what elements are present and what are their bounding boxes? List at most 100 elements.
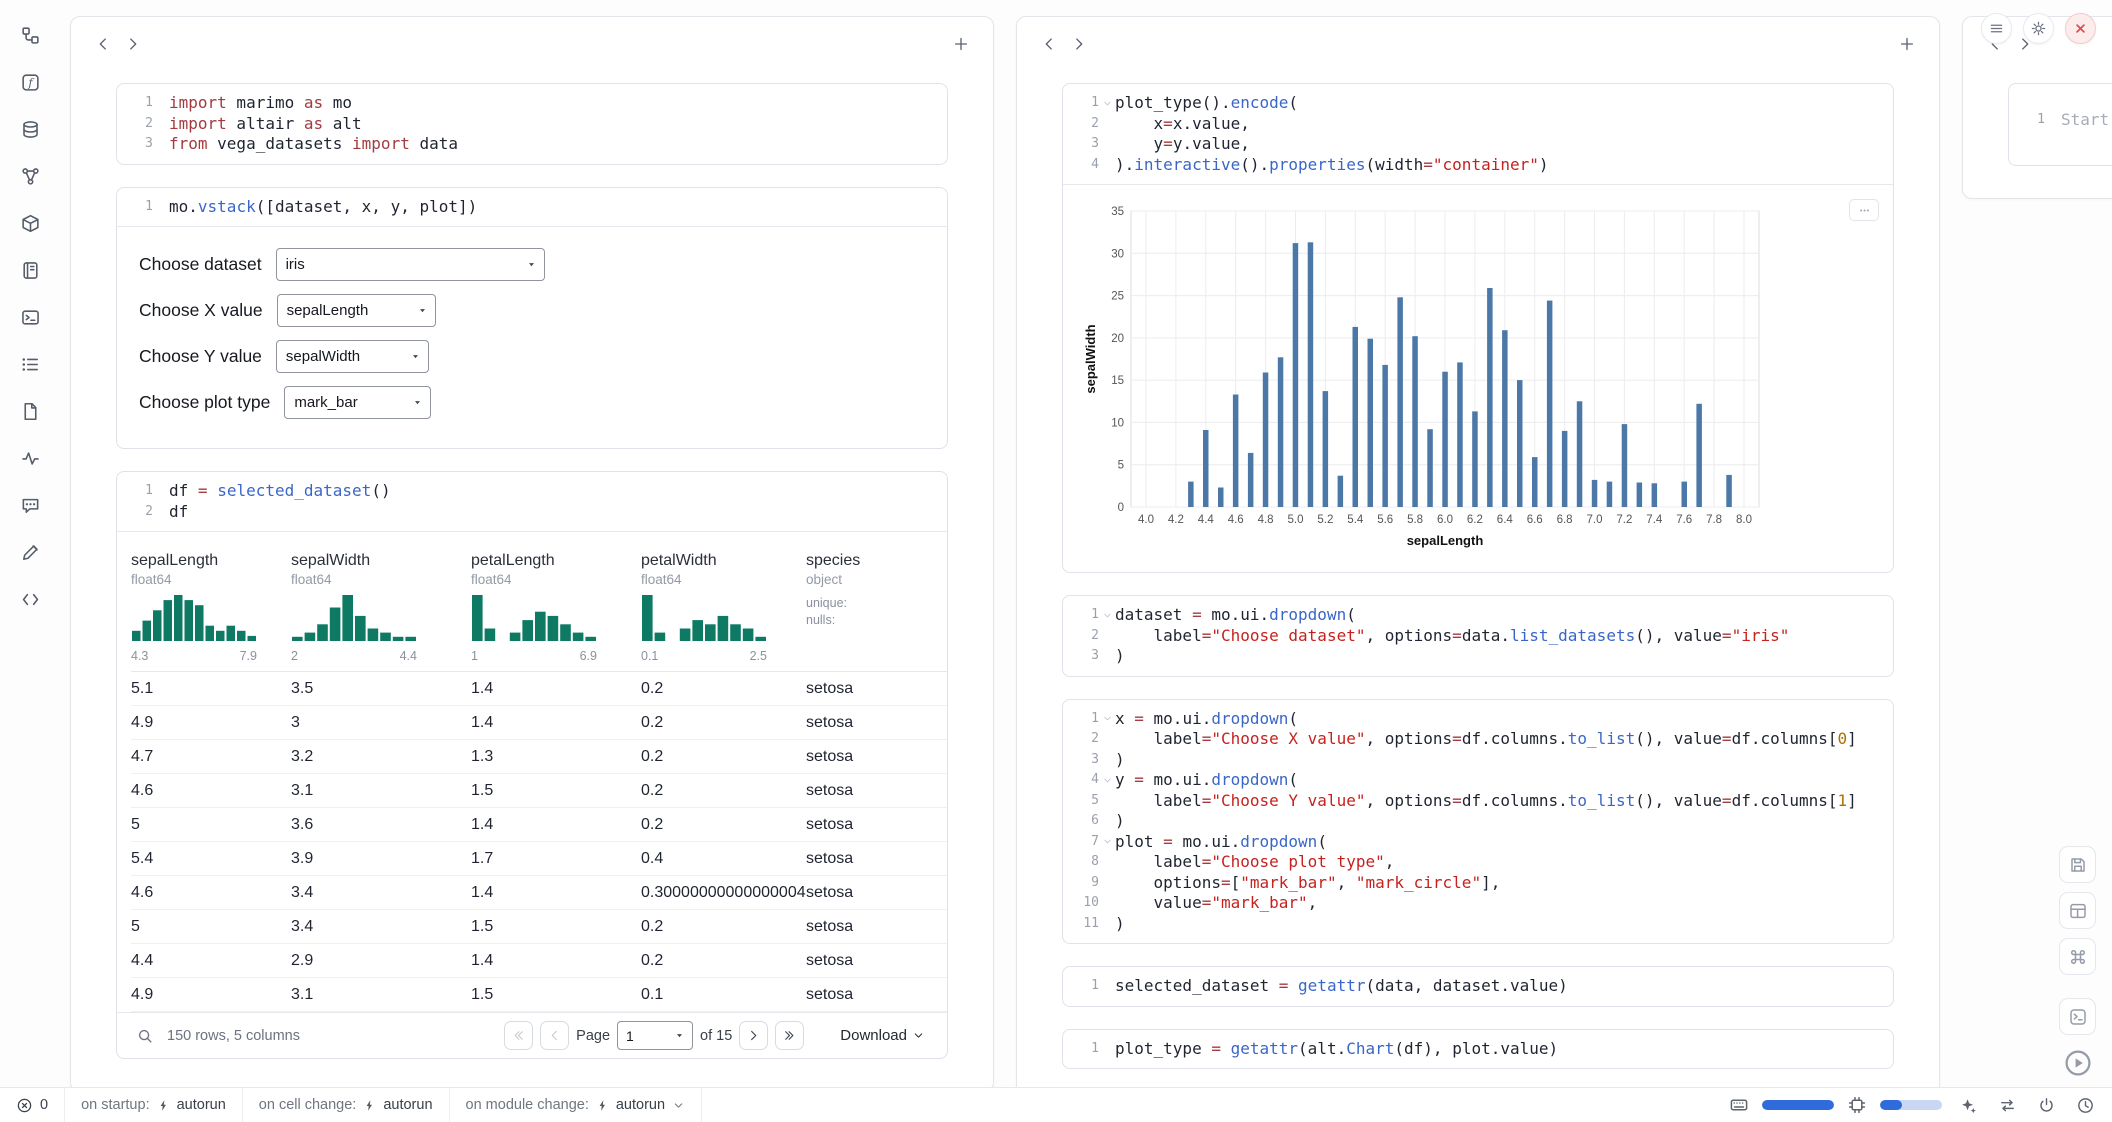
hist-min: 2 [291, 649, 298, 663]
scroll-column-left-button[interactable] [1034, 29, 1064, 59]
column-header-petalLength[interactable]: petalLengthfloat64 [471, 544, 641, 589]
line-number: 1 [1063, 93, 1099, 114]
functions-panel-button[interactable]: f [12, 65, 48, 99]
column-header-sepalLength[interactable]: sepalLengthfloat64 [131, 544, 291, 589]
file-explorer-icon [20, 25, 41, 46]
scroll-column-right-button[interactable] [118, 29, 148, 59]
notebook-menu-button[interactable] [1981, 13, 2012, 44]
code-editor[interactable]: 1df = selected_dataset()2df [117, 472, 947, 531]
notebook-cell: 1selected_dataset = getattr(data, datase… [1062, 966, 1894, 1007]
fold-toggle[interactable] [1099, 607, 1115, 623]
scroll-column-left-button[interactable] [88, 29, 118, 59]
svg-text:5.2: 5.2 [1317, 514, 1333, 526]
fold-toggle[interactable] [1099, 95, 1115, 111]
save-button[interactable] [2059, 846, 2096, 883]
fold-toggle[interactable] [1099, 772, 1115, 788]
table-cell: 0.2 [641, 918, 806, 936]
notebook-panel-button[interactable] [12, 253, 48, 287]
scroll-column-right-button[interactable] [1064, 29, 1094, 59]
error-count-button[interactable]: 0 [0, 1088, 65, 1122]
scratchpad-panel-button[interactable] [12, 535, 48, 569]
run-all-button[interactable] [2059, 1044, 2096, 1081]
column-header-petalWidth[interactable]: petalWidthfloat64 [641, 544, 806, 589]
svg-text:7.6: 7.6 [1676, 514, 1692, 526]
table-cell: 3.1 [291, 986, 471, 1004]
column-header-species[interactable]: speciesobject [806, 544, 947, 589]
ai-sparkle-icon [1959, 1096, 1978, 1115]
page-select[interactable]: 1 [617, 1021, 693, 1050]
table-cell: setosa [806, 714, 947, 732]
terminal-button[interactable] [2059, 998, 2096, 1035]
column-header [1034, 27, 1922, 61]
code-editor[interactable]: 1dataset = mo.ui.dropdown(2 label="Choos… [1063, 596, 1893, 676]
choose-dataset-select[interactable]: iris [276, 248, 545, 281]
table-cell: 4.9 [131, 714, 291, 732]
shutdown-button[interactable] [2065, 13, 2096, 44]
table-cell: 4.6 [131, 782, 291, 800]
table-footer: 150 rows, 5 columnsPage1of 15Download [117, 1012, 947, 1058]
choose-plot-type-select[interactable]: mark_bar [284, 386, 431, 419]
packages-panel-button[interactable] [12, 206, 48, 240]
code-editor[interactable]: 1Start coding or generate with [2009, 84, 2112, 165]
chat-panel-button[interactable] [12, 488, 48, 522]
plus-icon [952, 35, 970, 53]
add-cell-button[interactable] [1892, 29, 1922, 59]
code-editor[interactable]: 1plot_type().encode(2 x=x.value,3 y=y.va… [1063, 84, 1893, 184]
code-editor[interactable]: 1selected_dataset = getattr(data, datase… [1063, 967, 1893, 1006]
table-cell: setosa [806, 884, 947, 902]
file-explorer-panel-button[interactable] [12, 18, 48, 52]
snippets-panel-button[interactable] [12, 582, 48, 616]
tracing-panel-button[interactable] [12, 441, 48, 475]
first-page-button[interactable] [504, 1021, 533, 1050]
chevron-down-icon [672, 1099, 685, 1112]
terminal-icon [2068, 1007, 2088, 1027]
altair-bar-chart[interactable]: 4.04.24.44.64.85.05.25.45.65.86.06.26.46… [1081, 201, 1875, 558]
column-histogram: 16.9 [471, 589, 641, 671]
choose-x-value-select[interactable]: sepalLength [277, 294, 436, 327]
previous-page-button[interactable] [540, 1021, 569, 1050]
left-rail: f [0, 0, 60, 1088]
notebook-column-1: 1import marimo as mo2import altair as al… [70, 16, 994, 1092]
table-search-button[interactable] [133, 1024, 157, 1048]
choose-y-value-select[interactable]: sepalWidth [276, 340, 429, 373]
control-label: Choose dataset [139, 254, 262, 275]
on-module-change-config-button[interactable]: on module change:autorun [450, 1088, 703, 1122]
power-button[interactable] [2033, 1092, 2059, 1118]
keyboard-shortcuts-button[interactable] [2059, 938, 2096, 975]
fold-toggle[interactable] [1099, 711, 1115, 727]
layout-select-button[interactable] [2059, 892, 2096, 929]
datasources-panel-button[interactable] [12, 112, 48, 146]
notebook-cell: 1mo.vstack([dataset, x, y, plot]) Choose … [116, 187, 948, 450]
on-startup-config-button[interactable]: on startup:autorun [65, 1088, 243, 1122]
settings-button[interactable] [2023, 13, 2054, 44]
svg-text:6.0: 6.0 [1437, 514, 1453, 526]
session-clock-button[interactable] [2072, 1092, 2098, 1118]
ai-sparkle-button[interactable] [1955, 1092, 1981, 1118]
column-header-sepalWidth[interactable]: sepalWidthfloat64 [291, 544, 471, 589]
code-editor[interactable]: 1import marimo as mo2import altair as al… [117, 84, 947, 164]
next-page-button[interactable] [739, 1021, 768, 1050]
chart-actions-button[interactable] [1849, 199, 1879, 221]
table-cell: 0.1 [641, 986, 806, 1004]
fold-toggle[interactable] [1099, 834, 1115, 850]
resource-meter [1880, 1100, 1942, 1110]
table-cell: setosa [806, 680, 947, 698]
download-button[interactable]: Download [834, 1026, 931, 1045]
table-cell: 2.9 [291, 952, 471, 970]
code-editor[interactable]: 1x = mo.ui.dropdown(2 label="Choose X va… [1063, 700, 1893, 944]
code-editor[interactable]: 1mo.vstack([dataset, x, y, plot]) [117, 188, 947, 227]
code-editor[interactable]: 1plot_type = getattr(alt.Chart(df), plot… [1063, 1030, 1893, 1069]
on-cell-change-config-button[interactable]: on cell change:autorun [243, 1088, 450, 1122]
last-page-button[interactable] [775, 1021, 804, 1050]
cell-output: Choose datasetirisChoose X valuesepalLen… [117, 226, 947, 448]
bolt-icon [596, 1099, 609, 1112]
logs-panel-button[interactable] [12, 300, 48, 334]
table-cell: 1.4 [471, 680, 641, 698]
connection-button[interactable] [1994, 1092, 2020, 1118]
outline-panel-button[interactable] [12, 347, 48, 381]
line-number: 3 [1063, 134, 1099, 155]
chevron-right-icon [124, 35, 142, 53]
documentation-panel-button[interactable] [12, 394, 48, 428]
dependency-graph-panel-button[interactable] [12, 159, 48, 193]
add-cell-button[interactable] [946, 29, 976, 59]
